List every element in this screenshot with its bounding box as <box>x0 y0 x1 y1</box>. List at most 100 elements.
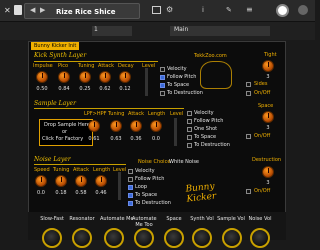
macro-knob-space[interactable] <box>164 228 184 248</box>
space-onoff-checkbox[interactable] <box>246 134 251 139</box>
kick-value-0: 0.50 <box>36 86 48 92</box>
info-icon[interactable]: i <box>202 6 204 14</box>
sample-level-slider[interactable] <box>174 118 177 146</box>
sample-label-2: Attack <box>128 111 144 117</box>
tight-onoff-checkbox[interactable] <box>246 91 251 96</box>
sample-velocity-checkbox[interactable] <box>187 111 192 116</box>
tab-bunny-kicker[interactable]: Bunny Kicker Init <box>31 42 80 50</box>
settings-icon[interactable]: ⚙ <box>166 5 173 14</box>
kick-value-4: 0.12 <box>119 86 131 92</box>
noise-attack-knob[interactable] <box>75 175 87 187</box>
noise-label-0: Speed <box>34 167 50 173</box>
macro-knob-slow-fast[interactable] <box>42 228 62 248</box>
noise-value-3: 0.46 <box>95 190 107 196</box>
macro-label-6: Sample Vol <box>217 216 245 222</box>
macro-label-5: Synth Vol <box>190 216 214 222</box>
kick-decay-knob[interactable] <box>119 71 131 83</box>
macro-knob-resonator[interactable] <box>72 228 92 248</box>
instrument-title: Rize Rice Shice <box>56 8 116 16</box>
noise-loop-checkbox[interactable] <box>128 185 133 190</box>
kick-space-checkbox[interactable] <box>160 83 165 88</box>
destruction-knob[interactable] <box>262 166 274 178</box>
kick-destruction-label: To Destruction <box>167 90 203 96</box>
noise-length-knob[interactable] <box>95 175 107 187</box>
preset-name-select[interactable]: Main <box>170 26 270 36</box>
sample-oneshot-checkbox[interactable] <box>187 127 192 132</box>
destruction-onoff-checkbox[interactable] <box>246 189 251 194</box>
kick-impulse-knob[interactable] <box>36 71 48 83</box>
kick-destruction-checkbox[interactable] <box>160 91 165 96</box>
noise-value-1: 0.18 <box>55 190 67 196</box>
noise-velocity-label: Velocity <box>135 168 155 174</box>
logo-url: TekkZoo.com <box>194 53 227 59</box>
noise-space-checkbox[interactable] <box>128 193 133 198</box>
noise-divider <box>34 164 126 165</box>
drop-text-1: Drop Sample Here <box>44 122 90 128</box>
sample-velocity-label: Velocity <box>194 110 214 116</box>
sample-length-knob[interactable] <box>150 120 162 132</box>
close-icon[interactable]: ✕ <box>4 6 11 15</box>
mute-icon[interactable]: ✎ <box>226 6 232 14</box>
drop-text-3: Click For Factory <box>42 136 84 142</box>
preset-name: Main <box>174 26 189 33</box>
sample-value-3: 0.0 <box>152 136 160 142</box>
volume-knob[interactable] <box>298 5 308 15</box>
kick-attack-knob[interactable] <box>99 71 111 83</box>
tab-label: Bunny Kicker Init <box>34 43 77 49</box>
kick-velocity-checkbox[interactable] <box>160 67 165 72</box>
noise-tuning-knob[interactable] <box>55 175 67 187</box>
list-icon[interactable]: ≡ <box>246 5 253 14</box>
space-knob[interactable] <box>262 111 274 123</box>
kick-level-slider[interactable] <box>145 68 148 96</box>
sample-destruction-label: To Destruction <box>194 142 230 148</box>
noise-value-0: 0.0 <box>37 190 45 196</box>
noise-follow-checkbox[interactable] <box>128 177 133 182</box>
prev-icon[interactable]: ◀ <box>30 6 35 14</box>
kick-title: Kick Synth Layer <box>34 52 87 59</box>
sample-label-3: Length <box>148 111 166 117</box>
kick-tuning-knob[interactable] <box>79 71 91 83</box>
camera-icon[interactable] <box>152 6 161 14</box>
preset-number-select[interactable]: 1 <box>92 26 132 36</box>
sample-follow-label: Follow Pitch <box>194 118 224 124</box>
noise-level-slider[interactable] <box>118 172 121 200</box>
noise-choice-label: Noise Choice <box>138 159 171 165</box>
noise-destruction-checkbox[interactable] <box>128 201 133 206</box>
macro-knob-synth-vol[interactable] <box>192 228 212 248</box>
kick-follow-label: Follow Pitch <box>167 74 197 80</box>
noise-speed-knob[interactable] <box>35 175 47 187</box>
kick-velocity-label: Velocity <box>167 66 187 72</box>
sample-attack-knob[interactable] <box>130 120 142 132</box>
space-label: Space <box>258 103 274 109</box>
sample-tuning-knob[interactable] <box>110 120 122 132</box>
noise-value-2: 0.58 <box>75 190 87 196</box>
kick-value-2: 0.25 <box>79 86 91 92</box>
kick-label-2: Tuning <box>78 63 95 69</box>
sample-filter-knob[interactable] <box>88 120 100 132</box>
sample-value-2: 0.36 <box>130 136 142 142</box>
tight-knob[interactable] <box>262 60 274 72</box>
kick-space-label: To Space <box>167 82 190 88</box>
sample-title: Sample Layer <box>34 100 76 107</box>
sample-space-checkbox[interactable] <box>187 135 192 140</box>
power-button[interactable] <box>276 4 289 17</box>
macro-knob-noise-vol[interactable] <box>250 228 270 248</box>
sides-checkbox[interactable] <box>246 82 251 87</box>
macro-knob-automate-me-too[interactable] <box>134 228 154 248</box>
noise-velocity-checkbox[interactable] <box>128 169 133 174</box>
macro-knob-automate-me[interactable] <box>104 228 124 248</box>
noise-choice-select[interactable]: White Noise <box>169 159 199 165</box>
sample-follow-checkbox[interactable] <box>187 119 192 124</box>
kick-follow-checkbox[interactable] <box>160 75 165 80</box>
sample-oneshot-label: One Shot <box>194 126 218 132</box>
macro-label-3: Automate Me Too <box>132 216 157 228</box>
kick-value-1: 0.84 <box>58 86 70 92</box>
sample-destruction-checkbox[interactable] <box>187 143 192 148</box>
next-icon[interactable]: ▶ <box>40 6 45 14</box>
kick-pico-knob[interactable] <box>58 71 70 83</box>
sample-value-0: 0.61 <box>88 136 100 142</box>
noise-follow-label: Follow Pitch <box>135 176 165 182</box>
noise-label-2: Attack <box>73 167 89 173</box>
macro-knob-sample-vol[interactable] <box>222 228 242 248</box>
sample-label-4: Level <box>170 111 184 117</box>
